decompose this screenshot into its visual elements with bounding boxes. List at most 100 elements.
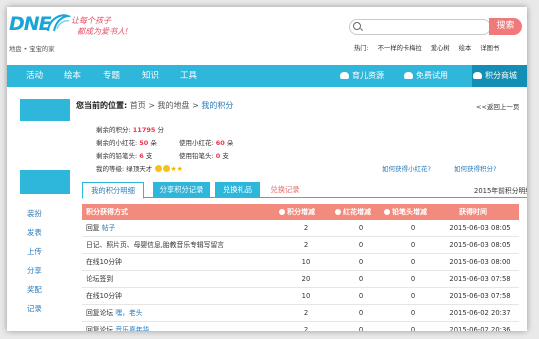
method-cell: 日记、照片页、母婴信息,胎教音乐专辑写留言 — [86, 237, 224, 253]
back-link[interactable]: <<返回上一页 — [476, 101, 519, 111]
nav-label: 积分商城 — [485, 71, 517, 80]
sidebar-item-records[interactable]: 记录 — [27, 303, 42, 314]
time-cell: 2015-06-02 20:36 — [449, 326, 511, 331]
pencil-cell: 0 — [410, 326, 416, 331]
column-header-label: 铅笔头增减 — [392, 208, 427, 216]
nav-item-parenting-resources[interactable]: 育儿资源 — [340, 65, 384, 87]
stat-label: 我的等级: — [96, 165, 125, 173]
year-detail-link[interactable]: 2015年前积分明细 — [474, 185, 527, 195]
method-text: 回复论坛 — [86, 309, 114, 317]
breadcrumb-home[interactable]: 首页 — [130, 101, 146, 110]
points-cell: 2 — [303, 224, 309, 232]
flower-cell: 0 — [358, 326, 364, 331]
stat-unit: 分 — [157, 126, 164, 134]
nav-item-activity[interactable]: 活动 — [26, 65, 43, 87]
flower-cell: 0 — [358, 224, 364, 232]
pencil-cell: 0 — [410, 224, 416, 232]
column-header-label: 积分增减 — [287, 208, 315, 216]
hot-label: 热门: — [354, 45, 369, 52]
tab-redeem-records[interactable]: 兑换记录 — [265, 182, 305, 197]
flower-cell: 0 — [358, 241, 364, 249]
flower-icon — [335, 208, 341, 215]
nav-item-topics[interactable]: 专题 — [103, 65, 120, 87]
pencil-stat: 剩余的铅笔头: 6 支 — [96, 150, 152, 160]
points-cell: 10 — [301, 258, 311, 266]
time-cell: 2015-06-03 08:05 — [449, 224, 511, 232]
used-flower-value: 60 — [215, 139, 225, 147]
breadcrumb-separator: > — [192, 101, 199, 110]
breadcrumb: 您当前的位置: 首页 > 我的地盘 > 我的积分 — [76, 100, 233, 111]
breadcrumb-label: 您当前的位置: — [76, 101, 128, 110]
sidebar-item-share[interactable]: 分享 — [27, 265, 42, 276]
nav-item-knowledge[interactable]: 知识 — [142, 65, 159, 87]
method-cell: 回复论坛 音乐嘉年华 — [86, 322, 149, 331]
nav-item-picture-books[interactable]: 绘本 — [64, 65, 81, 87]
sidebar-item-post[interactable]: 发表 — [27, 227, 42, 238]
sidebar-item-upload[interactable]: 上传 — [27, 246, 42, 257]
stat-label: 使用铅笔头: — [179, 152, 214, 160]
hot-link[interactable]: 不一样的卡梅拉 — [378, 45, 422, 52]
method-text: 在线10分钟 — [86, 292, 122, 300]
nav-item-points-mall[interactable]: 积分商城 — [473, 65, 517, 87]
time-cell: 2015-06-03 08:00 — [449, 258, 511, 266]
method-cell: 回复论坛 嘿，老头 — [86, 305, 143, 321]
tab-underline — [82, 197, 527, 198]
hot-link[interactable]: 详图书 — [480, 45, 499, 52]
pencil-cell: 0 — [410, 309, 416, 317]
pencil-cell: 0 — [410, 258, 416, 266]
breadcrumb-my-space[interactable]: 我的地盘 — [158, 101, 190, 110]
thread-link[interactable]: 嘿，老头 — [113, 309, 142, 317]
tab-points-detail[interactable]: 我的积分明细 — [82, 182, 144, 199]
flower-stat: 剩余的小红花: 50 朵 — [96, 137, 157, 147]
sidebar-item-match[interactable]: 奖配 — [27, 284, 42, 295]
column-header-label: 红花增减 — [343, 208, 371, 216]
slogan-line-2: 都成为爱书人! — [77, 27, 129, 36]
thread-link[interactable]: 音乐嘉年华 — [113, 326, 149, 331]
search-button[interactable]: 搜索 — [489, 18, 522, 35]
pencil-cell: 0 — [410, 275, 416, 283]
stat-label: 剩余的铅笔头: — [96, 152, 138, 160]
method-text: 在线10分钟 — [86, 258, 122, 266]
points-cell: 2 — [303, 326, 309, 331]
how-to-get-flower-link[interactable]: 如何获得小红花? — [382, 163, 431, 173]
method-text: 论坛签到 — [86, 275, 114, 283]
thread-link[interactable]: 帖子 — [100, 224, 116, 232]
tab-redeem-gifts[interactable]: 兑换礼品 — [215, 182, 260, 197]
method-text: 日记、照片页、母婴信息,胎教音乐专辑写留言 — [86, 241, 225, 249]
used-flower-stat: 使用小红花: 60 朵 — [179, 137, 233, 147]
main-nav — [7, 65, 527, 87]
points-stat: 剩余的积分: 11795 分 — [96, 124, 164, 134]
stat-unit: 支 — [222, 152, 229, 160]
sidebar-item-dressup[interactable]: 装扮 — [27, 208, 42, 219]
points-value: 11795 — [132, 126, 156, 134]
star-icon: ★ — [176, 165, 183, 173]
breadcrumb-current: 我的积分 — [201, 101, 234, 110]
cart-icon — [473, 72, 482, 79]
stat-unit: 朵 — [226, 139, 234, 147]
badge-icon — [155, 165, 163, 172]
level-stat: 我的等级: 绿顶天才 ★★ — [96, 163, 183, 173]
used-pencil-value: 0 — [215, 152, 221, 160]
points-icon — [279, 208, 285, 215]
pencil-value: 6 — [139, 152, 144, 160]
hot-link[interactable]: 爱心树 — [431, 45, 450, 52]
points-cell: 10 — [301, 292, 311, 300]
nav-item-tools[interactable]: 工具 — [180, 65, 197, 87]
column-header-points: 积分增减 — [279, 204, 315, 220]
time-cell: 2015-06-03 08:05 — [449, 241, 511, 249]
time-cell: 2015-06-02 20:37 — [449, 309, 511, 317]
box-icon — [404, 72, 413, 79]
slogan-line-1: 让每个孩子 — [71, 16, 111, 25]
time-cell: 2015-06-03 07:58 — [449, 275, 511, 283]
hot-link[interactable]: 绘本 — [459, 45, 472, 52]
search-input[interactable] — [349, 19, 491, 35]
column-header-time: 获得时间 — [459, 208, 487, 216]
nav-label: 免费试用 — [416, 71, 448, 80]
nav-item-free-trial[interactable]: 免费试用 — [404, 65, 448, 87]
how-to-get-points-link[interactable]: 如何获得积分? — [454, 163, 496, 173]
used-pencil-stat: 使用铅笔头: 0 支 — [179, 150, 229, 160]
tab-share-points[interactable]: 分享积分记录 — [153, 182, 210, 197]
search-icon — [353, 22, 361, 30]
site-subtitle: 地盘 • 宝宝的家 — [9, 46, 55, 53]
pencil-cell: 0 — [410, 241, 416, 249]
